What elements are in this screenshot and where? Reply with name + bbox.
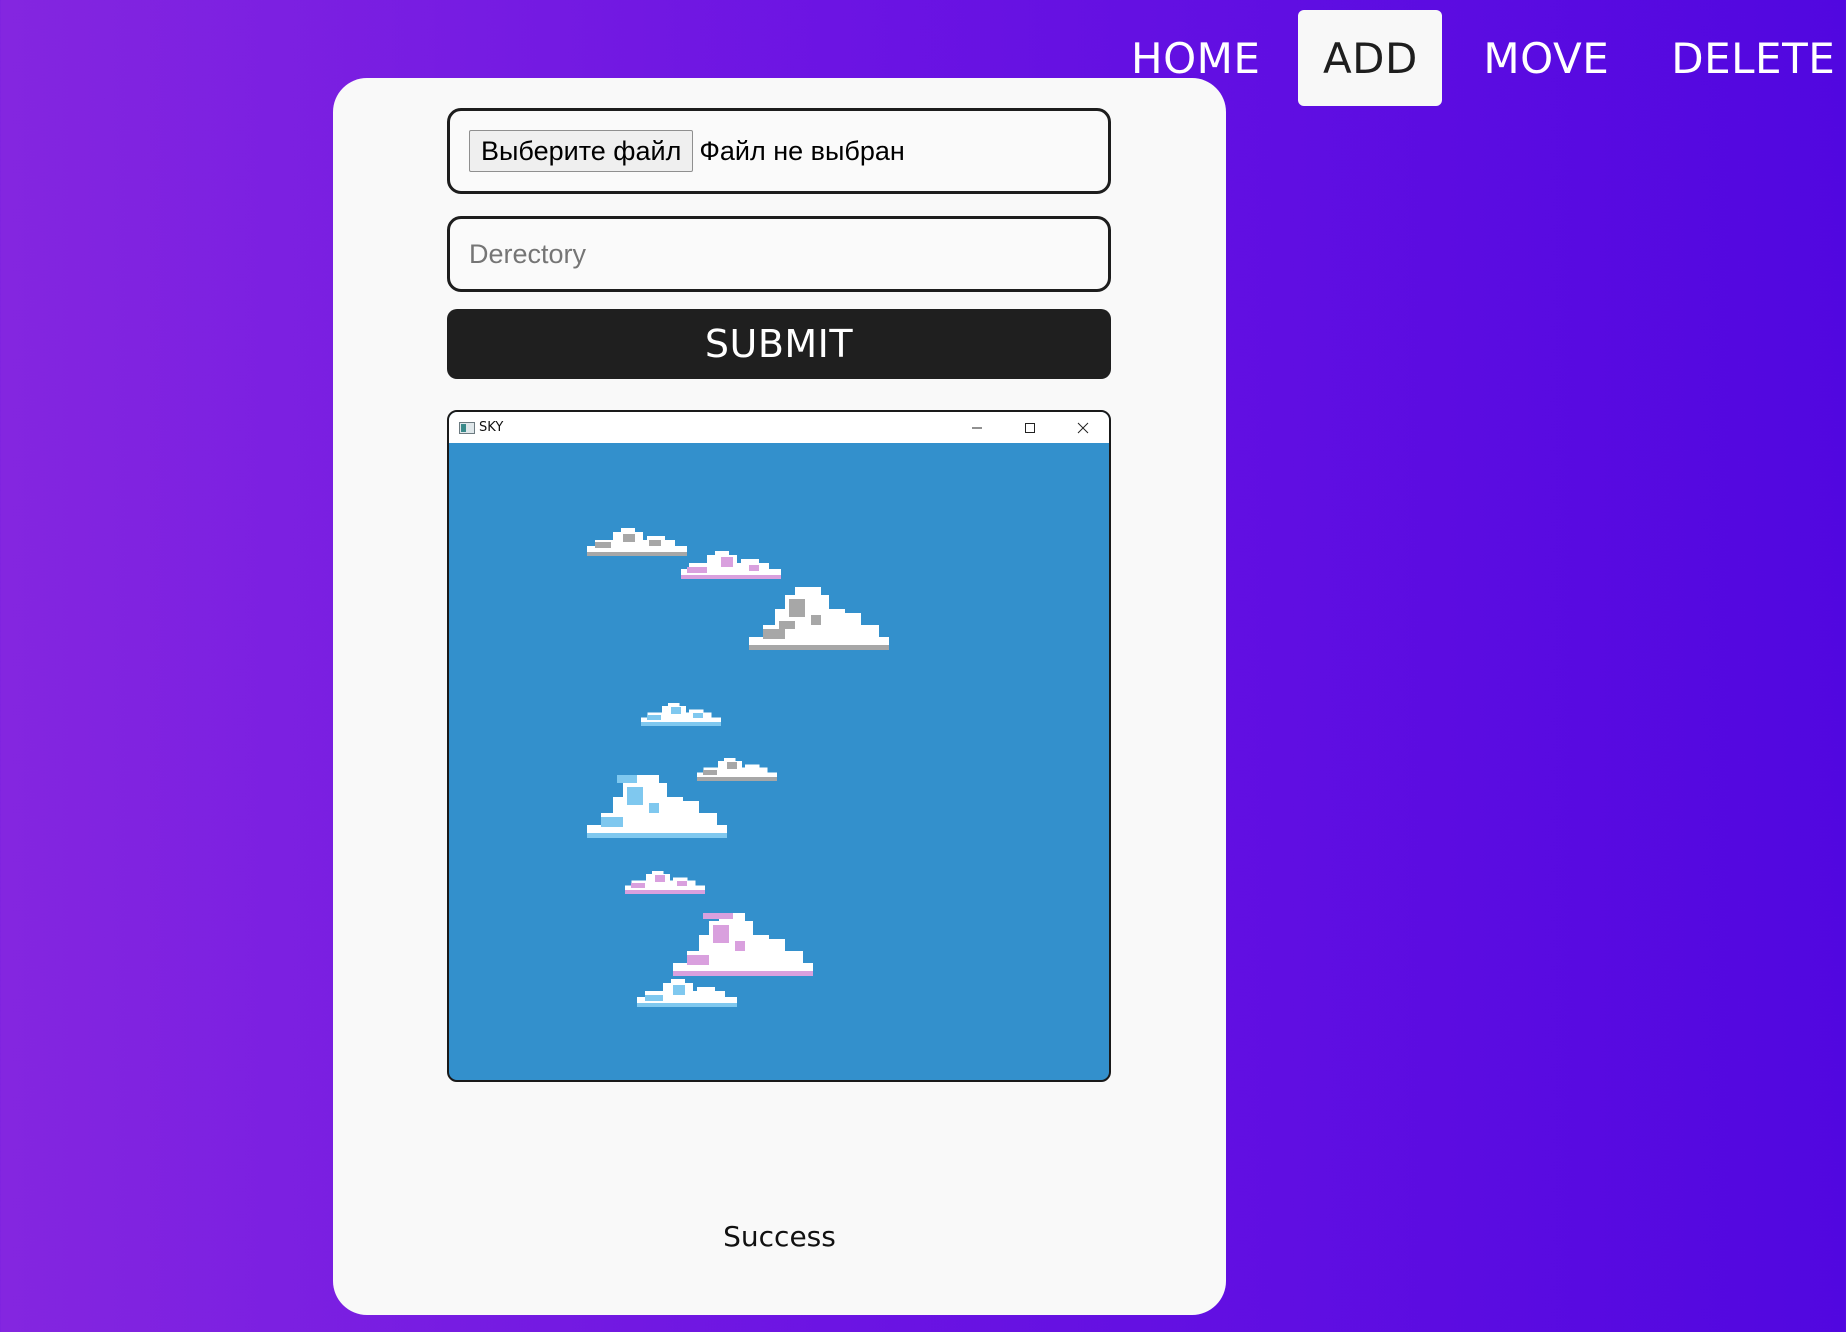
nav-delete-link[interactable]: DELETE [1650, 10, 1846, 106]
directory-input[interactable] [447, 216, 1111, 292]
close-icon[interactable] [1056, 412, 1109, 443]
add-card: Выберите файл Файл не выбран SUBMIT SKY [333, 78, 1226, 1315]
window-app-icon [459, 421, 475, 434]
status-message: Success [723, 1220, 836, 1253]
sky-canvas [587, 528, 889, 1007]
window-title: SKY [479, 420, 504, 435]
window-titlebar: SKY [449, 412, 1109, 443]
submit-button[interactable]: SUBMIT [447, 309, 1111, 379]
minimize-icon[interactable] [950, 412, 1003, 443]
uploaded-image-preview: SKY [447, 410, 1111, 1082]
upload-form: Выберите файл Файл не выбран SUBMIT SKY [447, 108, 1111, 1082]
window-controls [950, 412, 1109, 443]
top-nav: HOME ADD MOVE DELETE [1110, 10, 1846, 106]
file-input-field[interactable]: Выберите файл Файл не выбран [447, 108, 1111, 194]
nav-add-link[interactable]: ADD [1298, 10, 1443, 106]
choose-file-button[interactable]: Выберите файл [469, 130, 694, 172]
nav-move-link[interactable]: MOVE [1462, 10, 1630, 106]
maximize-icon[interactable] [1003, 412, 1056, 443]
file-status-text: Файл не выбран [699, 135, 905, 166]
